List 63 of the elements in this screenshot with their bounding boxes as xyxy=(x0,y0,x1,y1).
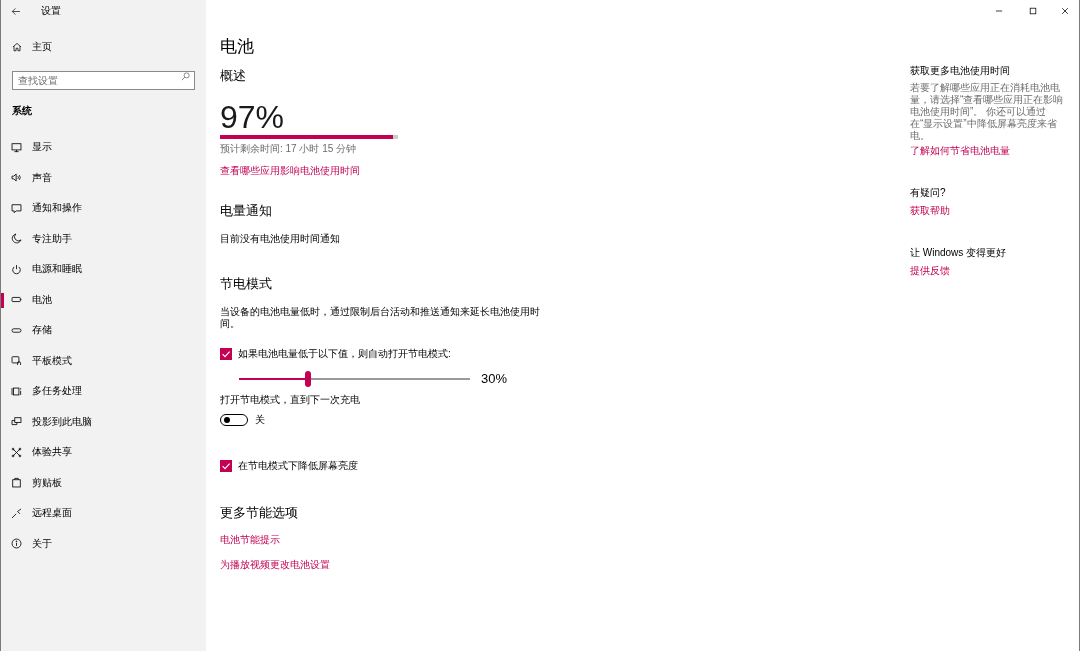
link[interactable]: 查看哪些应用影响电池使用时间 xyxy=(220,164,360,178)
section-heading: 概述 xyxy=(220,67,246,85)
toggle-caption: 打开节电模式，直到下一次充电 xyxy=(220,393,360,407)
speaker-icon xyxy=(11,172,22,184)
sidebar-item[interactable]: 电池 xyxy=(1,284,206,315)
two-screens-icon xyxy=(11,416,22,428)
link[interactable]: 获取帮助 xyxy=(910,204,950,218)
sidebar-item[interactable]: 显示 xyxy=(1,132,206,163)
sidebar-item[interactable]: 电源和睡眠 xyxy=(1,254,206,285)
sidebar-item[interactable]: 存储 xyxy=(1,315,206,346)
section-heading: 节电模式 xyxy=(220,275,272,293)
link[interactable]: 提供反馈 xyxy=(910,264,950,278)
link[interactable]: 为播放视频更改电池设置 xyxy=(220,558,330,572)
search-field[interactable]: 查找设置 xyxy=(12,71,195,90)
sidebar-item[interactable]: 声音 xyxy=(1,162,206,193)
panel-heading: 获取更多电池使用时间 xyxy=(910,64,1010,78)
checkbox[interactable] xyxy=(220,460,232,472)
panel-heading: 有疑问? xyxy=(910,186,946,200)
sidebar-item[interactable]: 通知和操作 xyxy=(1,193,206,224)
sidebar-item[interactable]: 平板模式 xyxy=(1,345,206,376)
section-heading: 电量通知 xyxy=(220,202,272,220)
sidebar-item[interactable]: 远程桌面 xyxy=(1,498,206,529)
monitor-icon xyxy=(11,141,22,153)
moon-icon xyxy=(11,233,22,245)
maximize-icon xyxy=(1028,6,1038,16)
battery-percent: 97% xyxy=(220,100,285,134)
window-title: 设置 xyxy=(41,4,61,18)
info-icon xyxy=(11,538,22,550)
power-icon xyxy=(11,263,22,275)
slider-thumb[interactable] xyxy=(305,371,312,387)
toggle-switch[interactable] xyxy=(220,414,248,426)
link[interactable]: 电池节能提示 xyxy=(220,533,280,547)
back-arrow-icon xyxy=(11,6,21,16)
tablet-icon xyxy=(11,355,22,367)
checkbox-label: 在节电模式下降低屏幕亮度 xyxy=(238,459,358,473)
slider-value: 30% xyxy=(481,371,508,387)
multitask-icon xyxy=(11,385,22,397)
section-heading: 更多节能选项 xyxy=(220,504,298,522)
speech-bubble-icon xyxy=(11,202,22,214)
sidebar-item[interactable]: 体验共享 xyxy=(1,437,206,468)
sidebar-item[interactable]: 投影到此电脑 xyxy=(1,406,206,437)
sidebar-item[interactable]: 剪贴板 xyxy=(1,467,206,498)
network-icon xyxy=(11,446,22,458)
panel-text: 若要了解哪些应用正在消耗电池电量，请选择“查看哪些应用正在影响电池使用时间”。 你还可以通过在“显示设置”中降低屏幕亮度来省电。 xyxy=(910,82,1065,142)
link[interactable]: 了解如何节省电池电量 xyxy=(910,144,1010,158)
time-remaining: 预计剩余时间: 17 小时 15 分钟 xyxy=(220,142,357,156)
sidebar-item[interactable]: 关于 xyxy=(1,528,206,559)
home-icon xyxy=(12,42,22,52)
remote-arrows-icon xyxy=(11,507,22,519)
sidebar-item[interactable]: 专注助手 xyxy=(1,223,206,254)
section-heading: 系统 xyxy=(12,104,32,118)
notification-status: 目前没有电池使用时间通知 xyxy=(220,232,340,246)
close-icon xyxy=(1059,6,1070,16)
home-nav-item[interactable]: 主页 xyxy=(1,40,52,54)
checkbox[interactable] xyxy=(220,348,232,360)
sidebar-item[interactable]: 多任务处理 xyxy=(1,376,206,407)
description-text: 当设备的电池电量低时，通过限制后台活动和推送通知来延长电池使用时间。 xyxy=(220,306,541,330)
toggle-state: 关 xyxy=(255,413,265,427)
clipboard-icon xyxy=(11,477,22,489)
panel-heading: 让 Windows 变得更好 xyxy=(910,246,1007,260)
search-icon xyxy=(181,72,190,81)
checkbox-label: 如果电池电量低于以下值，则自动打开节电模式: xyxy=(238,347,451,361)
page-title: 电池 xyxy=(220,36,254,58)
